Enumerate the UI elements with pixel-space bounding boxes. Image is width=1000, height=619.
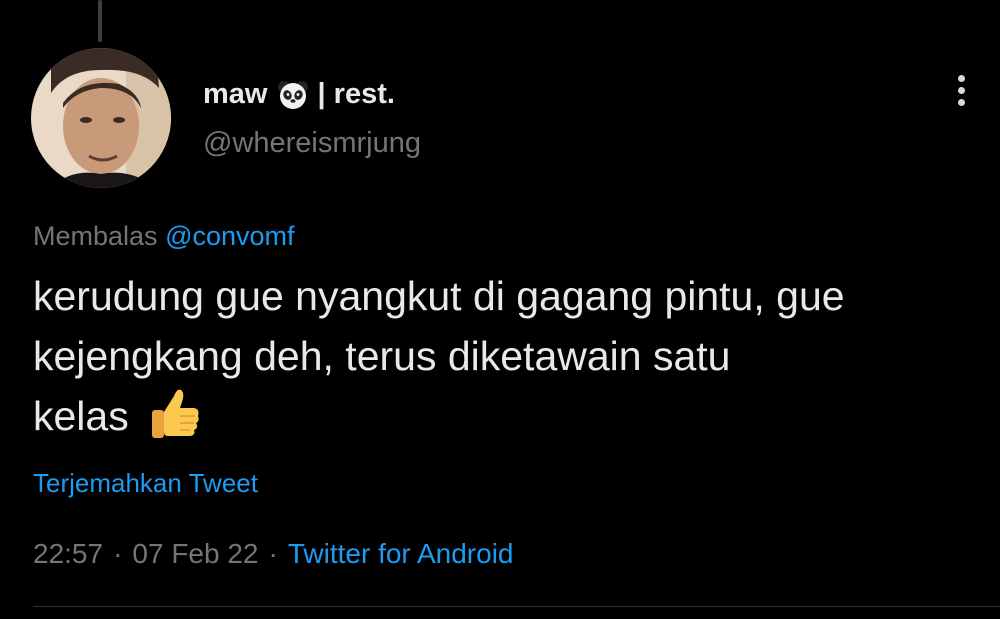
tweet-date[interactable]: 07 Feb 22 [132,538,258,569]
thumbs-up-icon [150,386,200,440]
divider [33,606,1000,607]
tweet-text-line-last: kelas [33,386,993,446]
tweet-source-link[interactable]: Twitter for Android [288,538,514,569]
more-dot [957,86,965,94]
tweet-text: kerudung gue nyangkut di gagang pintu, g… [33,266,993,446]
thread-connector-line [98,0,102,42]
meta-separator: · [113,538,123,569]
more-vertical-icon [957,74,965,82]
reply-mention-link[interactable]: @convomf [165,221,294,251]
more-dot [957,98,965,106]
display-name-start: maw [203,78,268,110]
more-options-button[interactable] [944,70,978,110]
display-name-end: | rest. [317,78,395,110]
tweet-meta: 22:57 · 07 Feb 22 · Twitter for Android [33,538,514,570]
replying-to-line: Membalas @convomf [33,221,295,252]
author-display-name[interactable]: maw | rest. [203,78,395,111]
avatar[interactable] [31,48,171,188]
author-handle[interactable]: @whereismrjung [203,127,421,160]
replying-to-prefix: Membalas [33,221,158,251]
translate-tweet-link[interactable]: Terjemahkan Tweet [33,468,258,499]
tweet-time[interactable]: 22:57 [33,538,103,569]
tweet-text-line: kerudung gue nyangkut di gagang pintu, g… [33,273,845,319]
panda-face-icon [277,79,309,111]
avatar-photo [31,48,171,188]
meta-separator: · [268,538,278,569]
tweet-text-line: kejengkang deh, terus diketawain satu [33,333,731,379]
tweet-text-line: kelas [33,393,129,439]
